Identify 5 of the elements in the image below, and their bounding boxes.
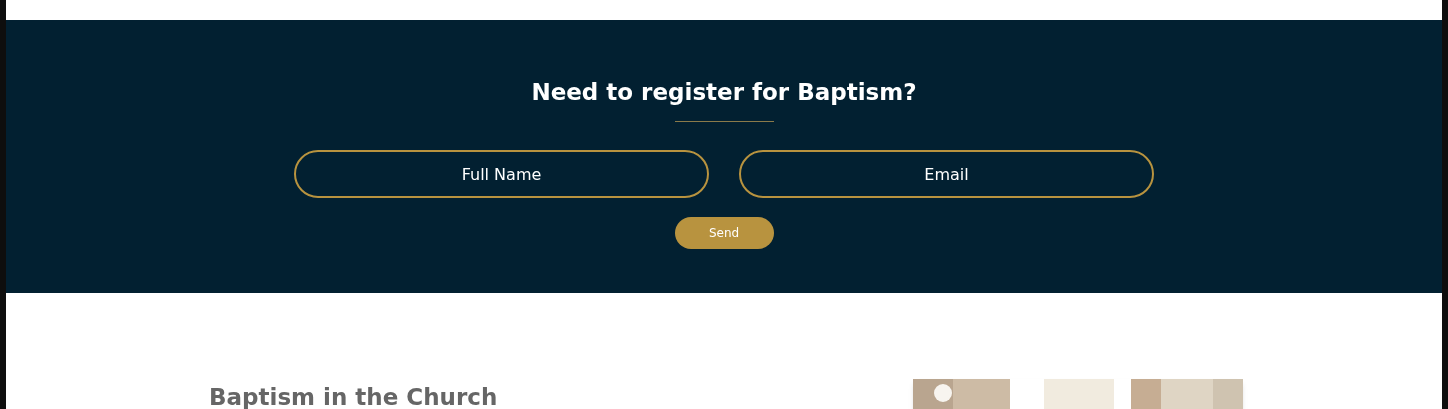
text-field[interactable]: Full Name <box>294 150 709 198</box>
section-heading: Baptism in the Church <box>209 383 499 409</box>
send-button[interactable]: Send <box>674 217 774 249</box>
text-field[interactable]: Email <box>739 150 1154 198</box>
section-heading: Need to register for Baptism? <box>531 78 917 106</box>
